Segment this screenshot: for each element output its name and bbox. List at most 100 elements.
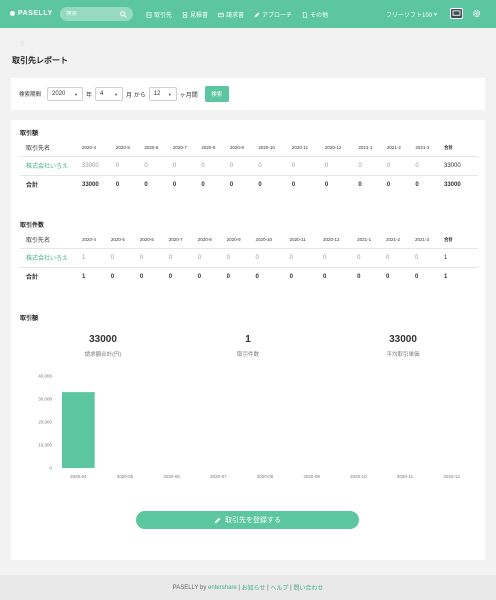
bar xyxy=(62,392,95,468)
page-title: 取引先レポート xyxy=(12,56,68,65)
footer-link-help[interactable]: ヘルプ xyxy=(270,583,288,592)
column-header-month: 2021-1 xyxy=(358,145,373,151)
column-header-name: 取引先名 xyxy=(26,146,51,153)
gear-icon[interactable] xyxy=(472,9,481,18)
table-cell: 0 xyxy=(289,247,324,267)
pencil-icon xyxy=(214,517,221,523)
column-header-month: 2020-7 xyxy=(168,237,183,243)
stat-total-amount: 33000 請求額合計(円) xyxy=(43,334,163,358)
table-cell: 0 xyxy=(110,247,140,267)
document-icon xyxy=(182,11,188,18)
footer-prefix: PASELLY by xyxy=(172,584,207,591)
footer-company-link[interactable]: entershare xyxy=(208,585,237,591)
column-header-month: 2021-2 xyxy=(386,145,401,151)
table-cell: 0 xyxy=(386,247,415,267)
stat-caption: 請求額合計(円) xyxy=(84,352,122,358)
client-name-link[interactable]: 株式会社いろえ xyxy=(20,247,82,267)
footer-link-news[interactable]: お知らせ xyxy=(242,583,266,592)
column-header-month: 2020-5 xyxy=(115,145,130,151)
table-cell: 1 xyxy=(82,247,111,267)
column-header-month: 2020-4 xyxy=(82,145,97,151)
amount-section-title: 取引額 xyxy=(20,131,39,137)
total-sum-cell: 33000 xyxy=(444,174,478,194)
nav-approach[interactable]: アプローチ xyxy=(254,10,292,19)
search-input[interactable] xyxy=(66,11,114,17)
column-header-month: 2020-8 xyxy=(197,237,212,243)
total-cell: 0 xyxy=(291,174,325,194)
stat-caption: 平均取引単価 xyxy=(386,352,420,358)
month-select[interactable]: 4 ▼ xyxy=(95,87,124,101)
stat-value: 33000 xyxy=(89,334,117,345)
column-header-month: 2020-12 xyxy=(323,237,340,243)
footer: PASELLY by entershare | お知らせ | ヘルプ | 問い合… xyxy=(0,575,496,600)
column-header-month: 2020-10 xyxy=(258,145,275,151)
nav-estimates[interactable]: 見積書 xyxy=(182,10,208,19)
total-cell: 0 xyxy=(255,266,290,286)
total-cell: 0 xyxy=(168,266,198,286)
client-name-link[interactable]: 株式会社いろえ xyxy=(20,155,82,175)
total-cell: 0 xyxy=(386,266,415,286)
x-tick-label: 2020-10 xyxy=(350,474,367,479)
total-cell: 0 xyxy=(201,174,230,194)
total-cell: 1 xyxy=(82,266,111,286)
plan-label: フリーソフト100 xyxy=(386,13,433,19)
table-cell: 0 xyxy=(115,155,145,175)
table-cell: 0 xyxy=(144,155,173,175)
total-cell: 0 xyxy=(415,174,444,194)
total-label: 合計 xyxy=(20,174,82,194)
count-table: 取引先名 2020-4 2020-5 2020-6 2020-7 2020-8 2020-9… xyxy=(20,232,478,286)
chevron-down-icon: ▾ xyxy=(434,12,438,18)
column-header-month: 2020-4 xyxy=(82,237,97,243)
x-tick-label: 2020-11 xyxy=(397,474,414,479)
user-menu-button[interactable] xyxy=(450,8,463,19)
column-header-month: 2021-2 xyxy=(386,237,401,243)
stat-value: 1 xyxy=(245,334,251,345)
y-tick-label: 40,000 xyxy=(38,374,52,379)
nav-clients[interactable]: 取引先 xyxy=(146,10,172,19)
table-cell: 0 xyxy=(197,247,227,267)
total-cell: 0 xyxy=(229,174,259,194)
table-cell: 0 xyxy=(168,247,198,267)
plan-dropdown[interactable]: フリーソフト100 ▾ xyxy=(386,10,437,19)
total-cell: 0 xyxy=(226,266,256,286)
total-cell: 0 xyxy=(258,174,292,194)
count-section-title: 取引件数 xyxy=(20,223,45,229)
column-header-month: 2020-6 xyxy=(144,145,159,151)
total-cell: 0 xyxy=(144,174,173,194)
column-header-sum: 合計 xyxy=(444,236,453,242)
month-value: 4 xyxy=(100,91,104,97)
chevron-down-icon: ▼ xyxy=(114,91,119,97)
search-button[interactable]: 検索 xyxy=(204,86,229,102)
table-cell: 0 xyxy=(201,155,230,175)
footer-link-contact[interactable]: 問い合わせ xyxy=(293,583,323,592)
search-box[interactable] xyxy=(60,7,133,21)
column-header-month: 2020-11 xyxy=(291,145,309,151)
span-select[interactable]: 12 ▼ xyxy=(148,87,177,101)
x-tick-label: 2020-06 xyxy=(163,474,180,479)
table-cell: 0 xyxy=(291,155,325,175)
row-sum-cell: 33000 xyxy=(444,155,478,175)
column-header-name: 取引先名 xyxy=(26,238,51,245)
stat-caption: 取引件数 xyxy=(236,352,259,358)
y-tick-label: 20,000 xyxy=(38,420,52,425)
x-tick-label: 2020-07 xyxy=(210,474,227,479)
column-header-month: 2020-8 xyxy=(201,145,216,151)
total-label: 合計 xyxy=(20,266,82,286)
table-cell: 0 xyxy=(386,155,416,175)
nav-others[interactable]: その他 xyxy=(302,10,328,19)
search-icon[interactable] xyxy=(120,10,127,18)
table-cell: 0 xyxy=(226,247,256,267)
table-total-row: 合計 33000 0 0 0 0 0 0 0 0 0 0 0 33000 xyxy=(20,174,478,194)
month-suffix: 月 から xyxy=(126,92,146,99)
nav-invoices[interactable]: 請求書 xyxy=(218,10,244,19)
breadcrumb[interactable]: ‹ 一覧 xyxy=(12,40,25,47)
brand-logo[interactable]: PASELLY xyxy=(10,10,53,17)
year-select[interactable]: 2020 ▼ xyxy=(47,87,84,101)
chevron-down-icon: ▼ xyxy=(167,91,172,97)
year-value: 2020 xyxy=(52,91,66,97)
table-cell: 0 xyxy=(324,155,359,175)
nav-invoices-label: 請求書 xyxy=(226,13,245,19)
register-client-button[interactable]: 取引先を登録する xyxy=(136,511,359,529)
table-cell: 0 xyxy=(139,247,169,267)
column-header-month: 2020-5 xyxy=(110,237,125,243)
